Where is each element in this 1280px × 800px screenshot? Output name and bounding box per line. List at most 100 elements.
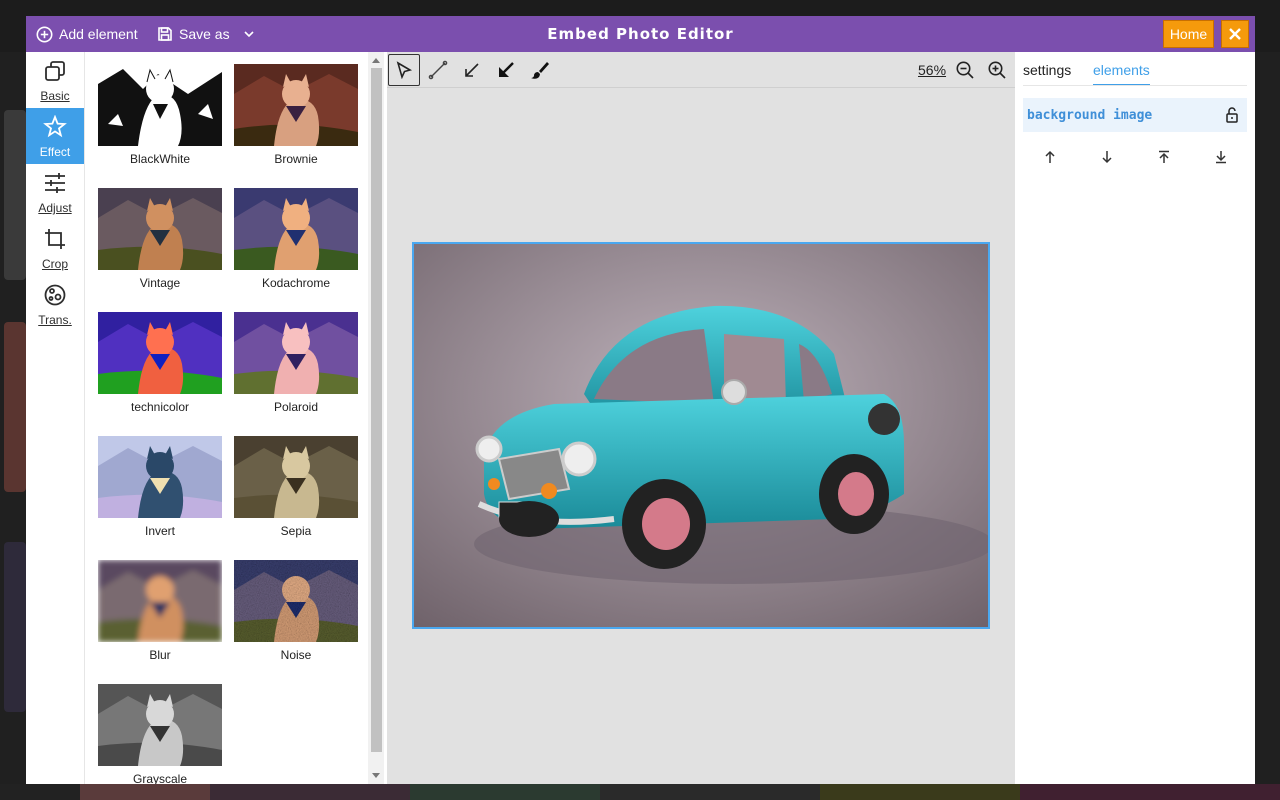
- effect-thumbnail: [98, 188, 222, 270]
- tab-settings[interactable]: settings: [1023, 62, 1071, 84]
- scroll-up-icon[interactable]: [372, 58, 380, 63]
- select-tool[interactable]: [388, 54, 420, 86]
- nav-adjust[interactable]: Adjust: [26, 164, 84, 220]
- effect-vintage[interactable]: Vintage: [98, 188, 222, 290]
- move-up-button[interactable]: [1039, 146, 1061, 168]
- pointer-icon: [396, 61, 413, 79]
- nav-basic-label: Basic: [40, 89, 70, 103]
- effect-thumbnail: [234, 560, 358, 642]
- effect-blur[interactable]: Blur: [98, 560, 222, 662]
- canvas-toolbar: 56%: [387, 52, 1015, 88]
- effects-scrollbar[interactable]: [368, 52, 384, 784]
- zoom-level[interactable]: 56%: [918, 62, 946, 78]
- background-page-top: [0, 0, 1280, 16]
- effect-thumbnail: [98, 64, 222, 146]
- tool-category-nav: Basic Effect Adjust Crop Trans.: [26, 52, 85, 784]
- nav-transform-label: Trans.: [38, 313, 72, 327]
- add-element-button[interactable]: Add element: [36, 16, 138, 52]
- effect-label: Kodachrome: [261, 276, 331, 290]
- background-page-bottom: [0, 784, 1280, 800]
- effect-thumbnail: [234, 312, 358, 394]
- bring-to-front-button[interactable]: [1153, 146, 1175, 168]
- effect-invert[interactable]: Invert: [98, 436, 222, 538]
- effect-polaroid[interactable]: Polaroid: [234, 312, 358, 414]
- effect-thumbnail: [98, 560, 222, 642]
- nav-adjust-label: Adjust: [38, 201, 72, 215]
- transform-icon: [44, 284, 66, 306]
- effect-technicolor[interactable]: technicolor: [98, 312, 222, 414]
- layer-name: background image: [1027, 107, 1153, 123]
- arrow-tool[interactable]: [456, 54, 488, 86]
- save-icon: [158, 27, 172, 41]
- layers-icon: [45, 61, 65, 81]
- effect-label: Sepia: [280, 524, 312, 538]
- nav-transform[interactable]: Trans.: [26, 276, 84, 332]
- effect-sepia[interactable]: Sepia: [234, 436, 358, 538]
- effect-label: Noise: [280, 648, 312, 662]
- zoom-out-button[interactable]: [955, 60, 975, 80]
- effect-thumbnail: [98, 312, 222, 394]
- effect-blackwhite[interactable]: BlackWhite: [98, 64, 222, 166]
- filled-arrow-tool[interactable]: [490, 54, 522, 86]
- effect-label: Brownie: [274, 152, 318, 166]
- add-element-label: Add element: [59, 26, 138, 42]
- background-page-right: [1255, 52, 1280, 800]
- layer-background-image[interactable]: background image: [1023, 98, 1247, 132]
- sliders-icon: [45, 173, 65, 193]
- properties-panel: settings elements background image: [1015, 52, 1255, 784]
- effect-grayscale[interactable]: Grayscale: [98, 684, 222, 784]
- arrow-to-bottom-icon: [1216, 151, 1226, 164]
- effect-kodachrome[interactable]: Kodachrome: [234, 188, 358, 290]
- effect-label: BlackWhite: [129, 152, 191, 166]
- save-as-label: Save as: [179, 26, 230, 42]
- effect-label: Vintage: [139, 276, 181, 290]
- nav-effect[interactable]: Effect: [26, 108, 84, 164]
- photo-editor-window: Embed Photo Editor Add element Save as H…: [26, 16, 1255, 784]
- effect-thumbnail: [234, 188, 358, 270]
- effect-label: Polaroid: [273, 400, 319, 414]
- zoom-in-button[interactable]: [987, 60, 1007, 80]
- tab-divider: [1023, 85, 1247, 86]
- effect-label: Grayscale: [132, 772, 188, 784]
- effect-brownie[interactable]: Brownie: [234, 64, 358, 166]
- effects-panel: BlackWhite Brownie Vintage Kodachrome te…: [86, 52, 368, 784]
- effect-thumbnail: [234, 64, 358, 146]
- scroll-thumb[interactable]: [371, 68, 382, 752]
- nav-crop[interactable]: Crop: [26, 220, 84, 276]
- scroll-down-icon[interactable]: [372, 773, 380, 778]
- nav-effect-label: Effect: [39, 145, 71, 159]
- canvas-area: 56%: [387, 52, 1015, 784]
- unlock-icon[interactable]: [1225, 107, 1239, 123]
- crop-icon: [45, 229, 65, 249]
- effect-noise[interactable]: Noise: [234, 560, 358, 662]
- close-icon: [1229, 28, 1241, 40]
- background-page-left: [0, 52, 26, 800]
- chevron-down-icon[interactable]: [242, 27, 256, 41]
- zoom-out-icon: [956, 61, 974, 79]
- effect-thumbnail: [98, 684, 222, 766]
- tab-elements[interactable]: elements: [1093, 62, 1150, 86]
- arrow-down-icon: [1102, 151, 1112, 164]
- close-button[interactable]: [1221, 20, 1249, 48]
- arrow-to-top-icon: [1159, 150, 1169, 163]
- send-to-back-button[interactable]: [1210, 146, 1232, 168]
- arrow-icon: [465, 63, 479, 77]
- nav-basic[interactable]: Basic: [26, 52, 84, 108]
- line-icon: [428, 60, 448, 80]
- brush-icon: [531, 62, 549, 79]
- save-as-button[interactable]: Save as: [157, 16, 256, 52]
- line-tool[interactable]: [422, 54, 454, 86]
- nav-crop-label: Crop: [41, 257, 68, 271]
- magic-icon: [43, 115, 67, 138]
- effect-label: Blur: [149, 648, 171, 662]
- home-button[interactable]: Home: [1163, 20, 1214, 48]
- zoom-in-icon: [988, 61, 1006, 79]
- effect-label: technicolor: [130, 400, 190, 414]
- effect-thumbnail: [234, 436, 358, 518]
- brush-tool[interactable]: [524, 54, 556, 86]
- plus-circle-icon: [36, 26, 53, 42]
- effect-thumbnail: [98, 436, 222, 518]
- move-down-button[interactable]: [1096, 146, 1118, 168]
- effect-label: Invert: [144, 524, 175, 538]
- canvas-photo-car[interactable]: [412, 242, 990, 629]
